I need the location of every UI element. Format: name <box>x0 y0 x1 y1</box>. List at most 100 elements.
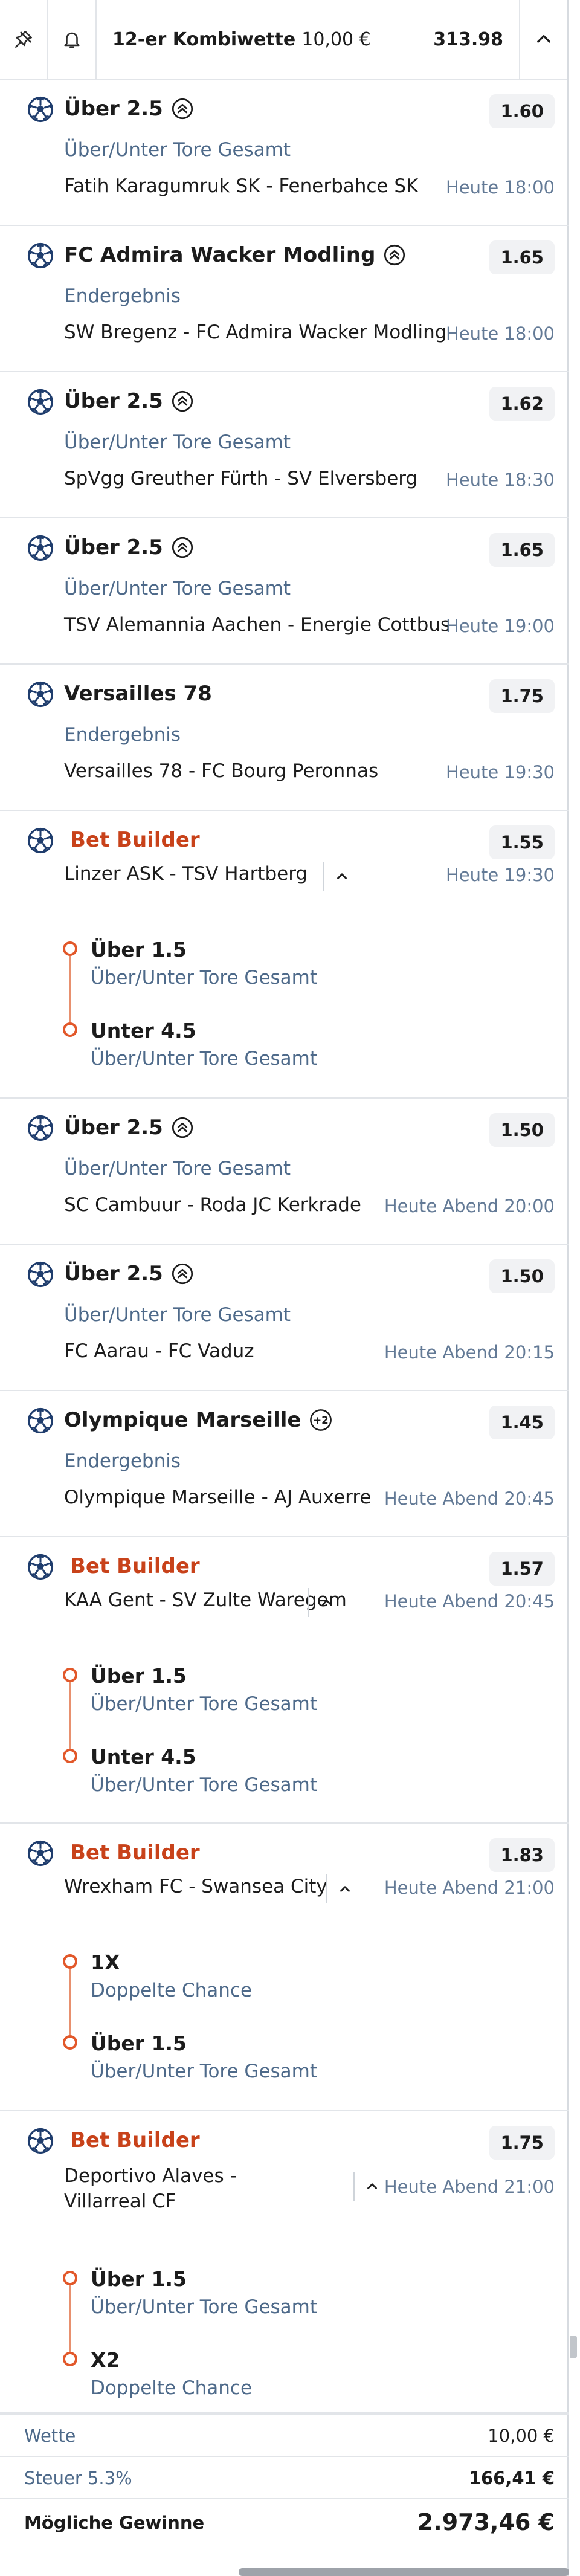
chevron-up-icon <box>537 35 550 43</box>
match-time: Heute Abend 20:45 <box>384 1488 555 1509</box>
soccer-ball-icon <box>27 1407 54 1434</box>
soccer-ball-icon <box>27 1554 54 1580</box>
match-time: Heute Abend 20:45 <box>384 1591 555 1612</box>
boost-badge <box>172 537 193 558</box>
leg-market: Über/Unter Tore Gesamt <box>91 1048 318 1070</box>
collapse-button[interactable] <box>519 0 567 79</box>
bet-row[interactable]: Über 2.5 1.50 Über/Unter Tore Gesamt SC Cam… <box>0 1099 569 1245</box>
market-name: Über/Unter Tore Gesamt <box>64 1304 291 1326</box>
match-time: Heute 18:00 <box>445 177 555 198</box>
match-time: Heute Abend 20:15 <box>384 1342 555 1363</box>
leg-marker <box>63 1954 77 1969</box>
pin-button[interactable] <box>0 0 48 79</box>
soccer-ball-icon <box>27 1840 54 1867</box>
bet-row[interactable]: FC Admira Wacker Modling 1.65 Endergebnis S… <box>0 226 569 372</box>
leg-selection: X2 <box>91 2348 120 2372</box>
selection-text: Bet Builder <box>70 1841 200 1865</box>
legs-toggle[interactable] <box>308 1588 344 1617</box>
bet-type-label: 12-er Kombiwette <box>112 28 296 50</box>
odds-value: 1.45 <box>489 1406 555 1439</box>
betslip-summary: Wette 10,00 € Steuer 5.3% 166,41 € Mögli… <box>0 2413 569 2545</box>
match-time: Heute Abend 21:00 <box>384 2177 555 2197</box>
legs-toggle[interactable] <box>326 1874 362 1903</box>
bet-builder-row[interactable]: Bet Builder 1.57 KAA Gent - SV Zulte Wareg… <box>0 1537 569 1824</box>
soccer-ball-icon <box>27 1115 54 1141</box>
leg-marker <box>63 1022 77 1037</box>
leg-selection: Über 1.5 <box>91 2267 187 2291</box>
leg-selection: Über 1.5 <box>91 1664 187 1688</box>
bet-builder-row[interactable]: Bet Builder 1.75 Deportivo Alaves - Villar… <box>0 2111 569 2413</box>
summary-row-stake: Wette 10,00 € <box>0 2413 569 2456</box>
odds-value: 1.50 <box>489 1259 555 1293</box>
total-odds: 313.98 <box>433 28 503 50</box>
match-name: Versailles 78 - FC Bourg Peronnas <box>64 760 379 782</box>
boost-badge-icon <box>172 98 193 120</box>
vertical-scrollbar-thumb[interactable] <box>570 2336 577 2358</box>
bet-row[interactable]: Über 2.5 1.62 Über/Unter Tore Gesamt SpVgg … <box>0 372 569 518</box>
pin-icon <box>14 30 33 48</box>
boost-badge-icon <box>172 1263 193 1285</box>
leg-selection: 1X <box>91 1951 120 1974</box>
summary-row-winnings: Mögliche Gewinne 2.973,46 € <box>0 2498 569 2545</box>
horizontal-scrollbar[interactable] <box>239 2568 569 2576</box>
selection-text: Über 2.5 <box>64 1262 163 1286</box>
notification-button[interactable] <box>48 0 97 79</box>
odds-value: 1.62 <box>489 387 555 421</box>
soccer-ball-icon <box>27 681 54 708</box>
chevron-up-icon <box>322 1600 332 1606</box>
betslip-header: 12-er Kombiwette 10,00 € 313.98 <box>0 0 567 80</box>
soccer-ball-icon <box>27 242 54 269</box>
leg-marker <box>63 1668 77 1682</box>
bet-row[interactable]: Über 2.5 1.60 Über/Unter Tore Gesamt Fatih … <box>0 80 569 226</box>
selection-name: Olympique Marseille +2 <box>64 1408 332 1432</box>
bet-row[interactable]: Olympique Marseille +2 1.45 Endergebnis Olym… <box>0 1391 569 1537</box>
leg-market: Über/Unter Tore Gesamt <box>91 1774 318 1796</box>
bet-builder-title: Bet Builder <box>70 1841 200 1865</box>
bet-builder-title: Bet Builder <box>70 828 200 852</box>
summary-row-tax: Steuer 5.3% 166,41 € <box>0 2456 569 2498</box>
market-name: Über/Unter Tore Gesamt <box>64 1158 291 1180</box>
bet-builder-title: Bet Builder <box>70 2128 200 2152</box>
match-time: Heute 19:30 <box>445 865 555 885</box>
tax-value: 166,41 € <box>468 2468 555 2488</box>
odds-value: 1.75 <box>489 679 555 713</box>
match-name: Olympique Marseille - AJ Auxerre <box>64 1487 372 1508</box>
odds-value: 1.65 <box>489 533 555 567</box>
boost-badge-icon <box>384 244 405 266</box>
odds-value: 1.65 <box>489 240 555 274</box>
odds-value: 1.50 <box>489 1113 555 1147</box>
soccer-ball-icon <box>27 1261 54 1288</box>
leg-marker <box>63 1749 77 1763</box>
match-name: TSV Alemannia Aachen - Energie Cottbus <box>64 614 451 636</box>
boost-badge <box>172 1117 193 1138</box>
legs-connector <box>69 2285 71 2352</box>
match-time: Heute 19:00 <box>445 616 555 636</box>
leg-selection: Über 1.5 <box>91 938 187 961</box>
stake-label: Wette <box>24 2426 76 2446</box>
betslip-title: 12-er Kombiwette 10,00 € <box>97 29 433 50</box>
bet-builder-row[interactable]: Bet Builder 1.83 Wrexham FC - Swansea City… <box>0 1824 569 2111</box>
leg-market: Doppelte Chance <box>91 2377 253 2399</box>
soccer-ball-icon <box>27 389 54 415</box>
market-name: Endergebnis <box>64 285 181 307</box>
bet-builder-row[interactable]: Bet Builder 1.55 Linzer ASK - TSV Hartberg… <box>0 811 569 1099</box>
bet-row[interactable]: Über 2.5 1.65 Über/Unter Tore Gesamt TSV Al… <box>0 518 569 665</box>
selection-name: Über 2.5 <box>64 389 193 413</box>
boost-badge <box>172 390 193 412</box>
market-name: Über/Unter Tore Gesamt <box>64 431 291 453</box>
leg-marker <box>63 2271 77 2285</box>
match-time: Heute 19:30 <box>445 762 555 783</box>
legs-toggle[interactable] <box>323 862 359 891</box>
bet-row[interactable]: Versailles 78 1.75 Endergebnis Versailles 7… <box>0 665 569 811</box>
leg-market: Über/Unter Tore Gesamt <box>91 2061 318 2082</box>
selection-name: Versailles 78 <box>64 682 212 706</box>
bet-row[interactable]: Über 2.5 1.50 Über/Unter Tore Gesamt FC Aar… <box>0 1245 569 1391</box>
odds-value: 1.83 <box>489 1838 555 1872</box>
selection-text: Über 2.5 <box>64 97 163 121</box>
tax-label: Steuer 5.3% <box>24 2468 132 2488</box>
selection-text: Über 2.5 <box>64 535 163 560</box>
leg-marker <box>63 941 77 956</box>
match-name: SW Bregenz - FC Admira Wacker Modling <box>64 321 447 343</box>
selection-name: Über 2.5 <box>64 1262 193 1286</box>
selection-name: FC Admira Wacker Modling <box>64 243 405 267</box>
